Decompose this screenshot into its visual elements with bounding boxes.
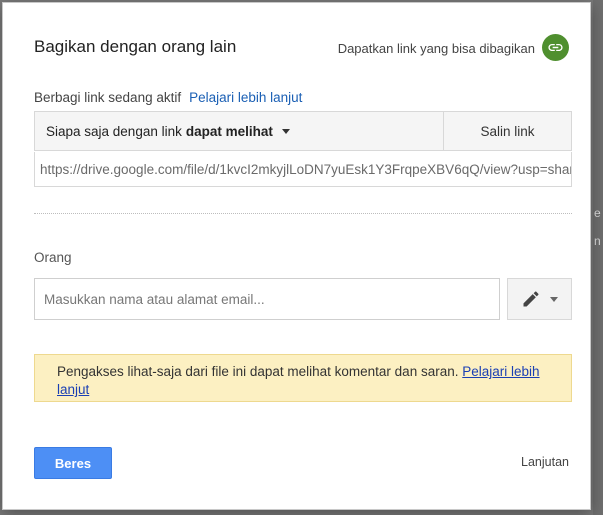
- people-label: Orang: [34, 250, 72, 265]
- share-url-field[interactable]: https://drive.google.com/file/d/1kvcI2mk…: [34, 152, 572, 187]
- get-link-button[interactable]: [542, 34, 569, 61]
- section-divider: [34, 213, 572, 214]
- share-dialog: Bagikan dengan orang lain Dapatkan link …: [2, 2, 591, 510]
- view-only-notice: Pengakses lihat-saja dari file ini dapat…: [34, 354, 572, 402]
- link-access-dropdown[interactable]: Siapa saja dengan link dapat melihat: [35, 112, 444, 150]
- people-email-input[interactable]: [34, 278, 500, 320]
- link-sharing-status: Berbagi link sedang aktif Pelajari lebih …: [34, 90, 302, 105]
- permission-dropdown-button[interactable]: [507, 278, 572, 320]
- dialog-title: Bagikan dengan orang lain: [34, 37, 237, 56]
- access-level: dapat melihat: [185, 123, 273, 139]
- page-backdrop: [593, 0, 603, 515]
- notice-text: Pengakses lihat-saja dari file ini dapat…: [57, 364, 459, 379]
- pencil-icon: [523, 291, 539, 307]
- copy-link-button[interactable]: Salin link: [444, 112, 571, 150]
- access-prefix: Siapa saja dengan link: [46, 123, 182, 139]
- advanced-link[interactable]: Lanjutan: [521, 455, 569, 469]
- chevron-down-icon: [281, 128, 290, 134]
- link-sharing-status-text: Berbagi link sedang aktif: [34, 90, 182, 105]
- link-icon: [548, 43, 563, 52]
- link-access-bar: Siapa saja dengan link dapat melihat Sal…: [34, 111, 572, 151]
- background-text-fragment: n: [594, 234, 601, 248]
- chevron-down-icon: [550, 296, 558, 302]
- get-shareable-link[interactable]: Dapatkan link yang bisa dibagikan: [338, 41, 535, 56]
- done-button[interactable]: Beres: [34, 447, 112, 479]
- learn-more-link[interactable]: Pelajari lebih lanjut: [189, 90, 302, 105]
- background-text-fragment: e: [594, 206, 601, 220]
